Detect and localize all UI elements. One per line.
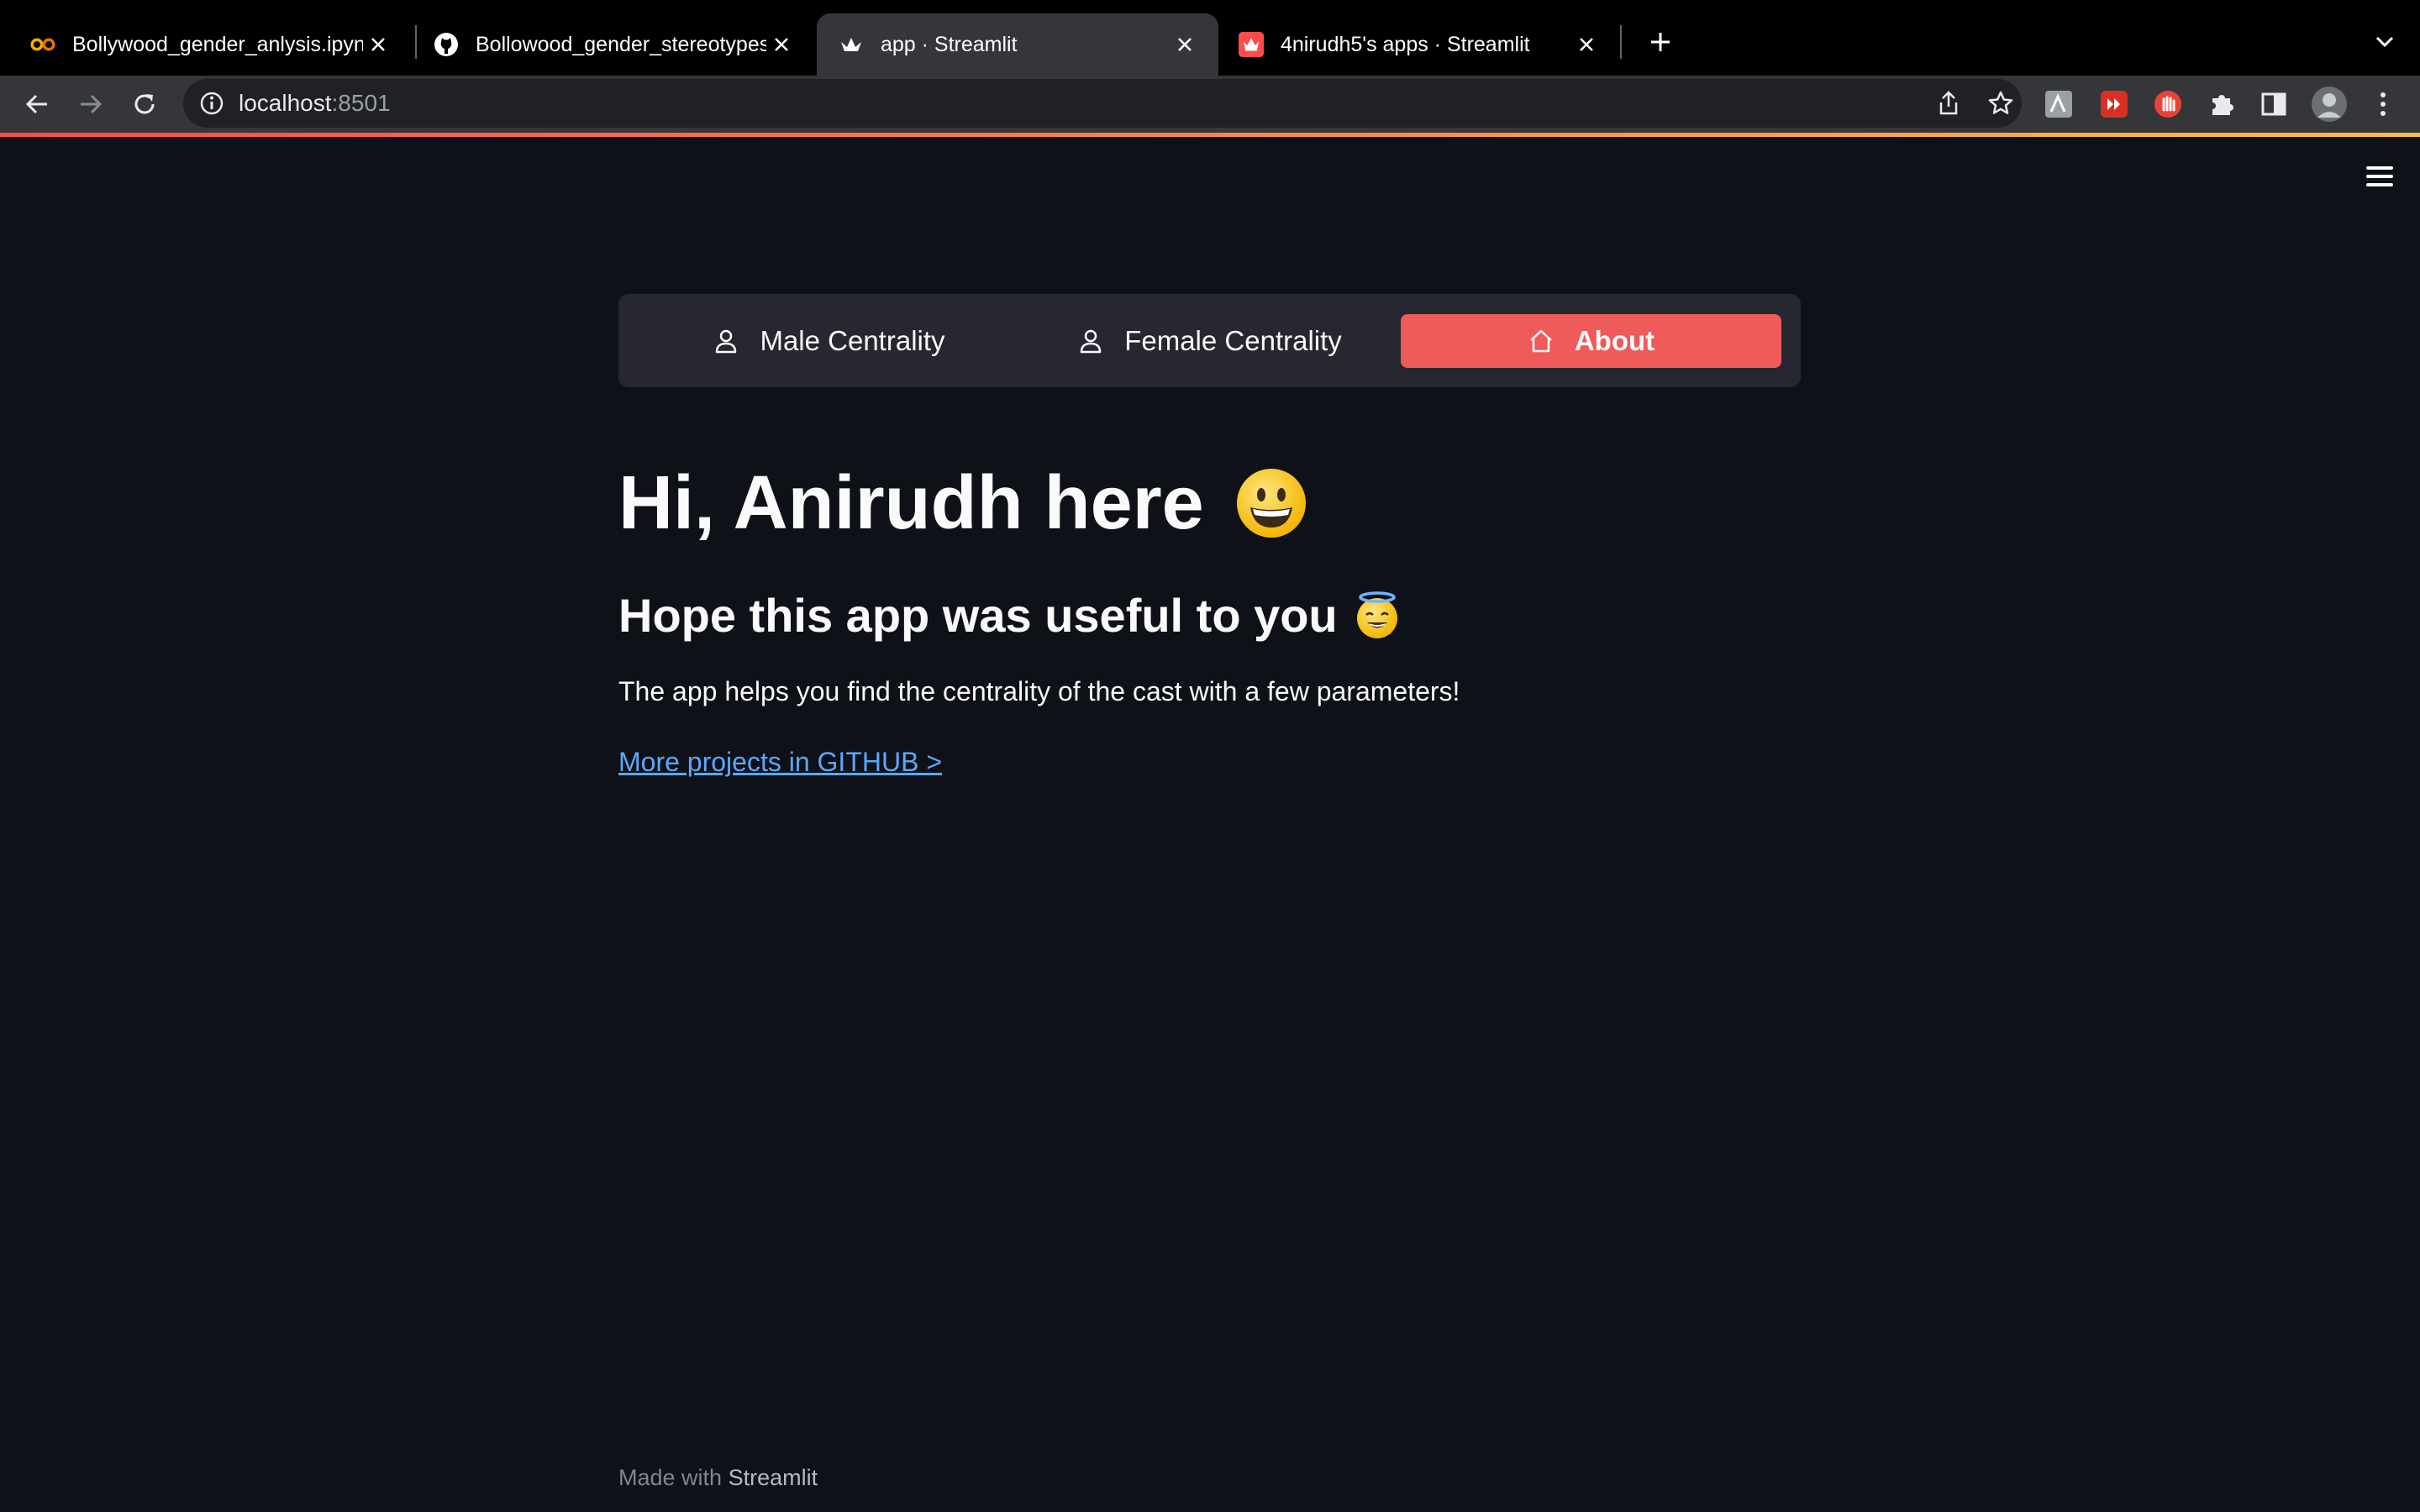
close-icon[interactable] xyxy=(1170,29,1200,60)
hamburger-icon xyxy=(2366,166,2393,170)
page-title: Hi, Anirudh here xyxy=(618,460,1307,547)
bookmark-button[interactable] xyxy=(1983,86,2018,121)
streamlit-link[interactable]: Streamlit xyxy=(729,1465,818,1490)
extension-2-icon[interactable] xyxy=(2094,84,2134,124)
smiling-face-with-halo-emoji xyxy=(1357,591,1398,639)
header-decoration xyxy=(0,133,2420,137)
tab-title: 4nirudh5's apps · Streamlit xyxy=(1281,32,1530,56)
tab-streamlit-cloud[interactable]: 4nirudh5's apps · Streamlit xyxy=(1220,13,1620,76)
tab-separator xyxy=(1620,25,1622,59)
github-projects-link[interactable]: More projects in GITHUB > xyxy=(618,747,942,778)
share-icon xyxy=(1939,91,1958,115)
star-icon xyxy=(1988,91,2013,114)
streamlit-cloud-icon xyxy=(1239,32,1264,57)
address-bar[interactable]: localhost:8501 xyxy=(183,79,2022,128)
back-button[interactable] xyxy=(15,82,59,126)
house-icon xyxy=(1528,328,1555,354)
arrow-left-icon xyxy=(25,94,47,114)
option-menu: Male Centrality Female Centrality About xyxy=(618,294,1801,387)
nav-item-label: Female Centrality xyxy=(1124,325,1342,356)
tab-github[interactable]: Bollowood_gender_stereotypes xyxy=(415,13,815,76)
browser-tab-strip: Bollywood_gender_anlysis.ipynb Bollowood… xyxy=(0,0,2420,76)
forward-button[interactable] xyxy=(69,82,113,126)
person-icon xyxy=(1077,328,1104,354)
new-tab-button[interactable] xyxy=(1640,22,1681,62)
nav-item-label: Male Centrality xyxy=(760,325,945,356)
arrow-right-icon xyxy=(81,94,103,114)
close-icon[interactable] xyxy=(1571,29,1602,60)
extension-1-icon[interactable] xyxy=(2039,84,2079,124)
nav-item-label: About xyxy=(1574,325,1655,356)
browser-menu-button[interactable] xyxy=(2363,84,2403,124)
tab-colab[interactable]: Bollywood_gender_anlysis.ipynb xyxy=(0,13,412,76)
colab-icon xyxy=(30,32,55,57)
info-icon[interactable] xyxy=(198,90,225,117)
tab-search-button[interactable] xyxy=(2368,24,2402,60)
tab-streamlit-app[interactable]: app · Streamlit xyxy=(817,13,1218,76)
reload-button[interactable] xyxy=(123,82,166,126)
nav-item-female-centrality[interactable]: Female Centrality xyxy=(1019,314,1400,368)
avatar[interactable] xyxy=(2309,84,2349,124)
more-vert-icon xyxy=(2381,92,2386,116)
person-icon xyxy=(713,328,739,354)
description-text: The app helps you find the centrality of… xyxy=(618,676,1460,706)
url-text: localhost:8501 xyxy=(239,90,391,116)
tab-title: Bollowood_gender_stereotypes xyxy=(476,32,766,56)
plus-icon xyxy=(1651,33,1670,51)
streamlit-icon xyxy=(839,32,864,57)
nav-item-male-centrality[interactable]: Male Centrality xyxy=(639,314,1019,368)
github-icon xyxy=(434,32,459,57)
tab-title: Bollywood_gender_anlysis.ipynb xyxy=(72,32,363,56)
share-button[interactable] xyxy=(1931,86,1966,121)
extensions-puzzle-icon[interactable] xyxy=(2202,84,2242,124)
nav-item-about[interactable]: About xyxy=(1401,314,1781,368)
reload-icon xyxy=(134,94,155,114)
close-icon[interactable] xyxy=(766,29,797,60)
chevron-down-icon xyxy=(2375,36,2394,48)
extension-3-icon[interactable] xyxy=(2148,84,2188,124)
grinning-face-emoji xyxy=(1236,469,1306,538)
close-icon[interactable] xyxy=(363,29,393,60)
footer: Made with Streamlit xyxy=(618,1465,818,1490)
page-subtitle: Hope this app was useful to you xyxy=(618,588,1401,643)
tab-title: app · Streamlit xyxy=(881,32,1018,56)
app-menu-button[interactable] xyxy=(2360,160,2400,193)
side-panel-icon[interactable] xyxy=(2254,84,2294,124)
